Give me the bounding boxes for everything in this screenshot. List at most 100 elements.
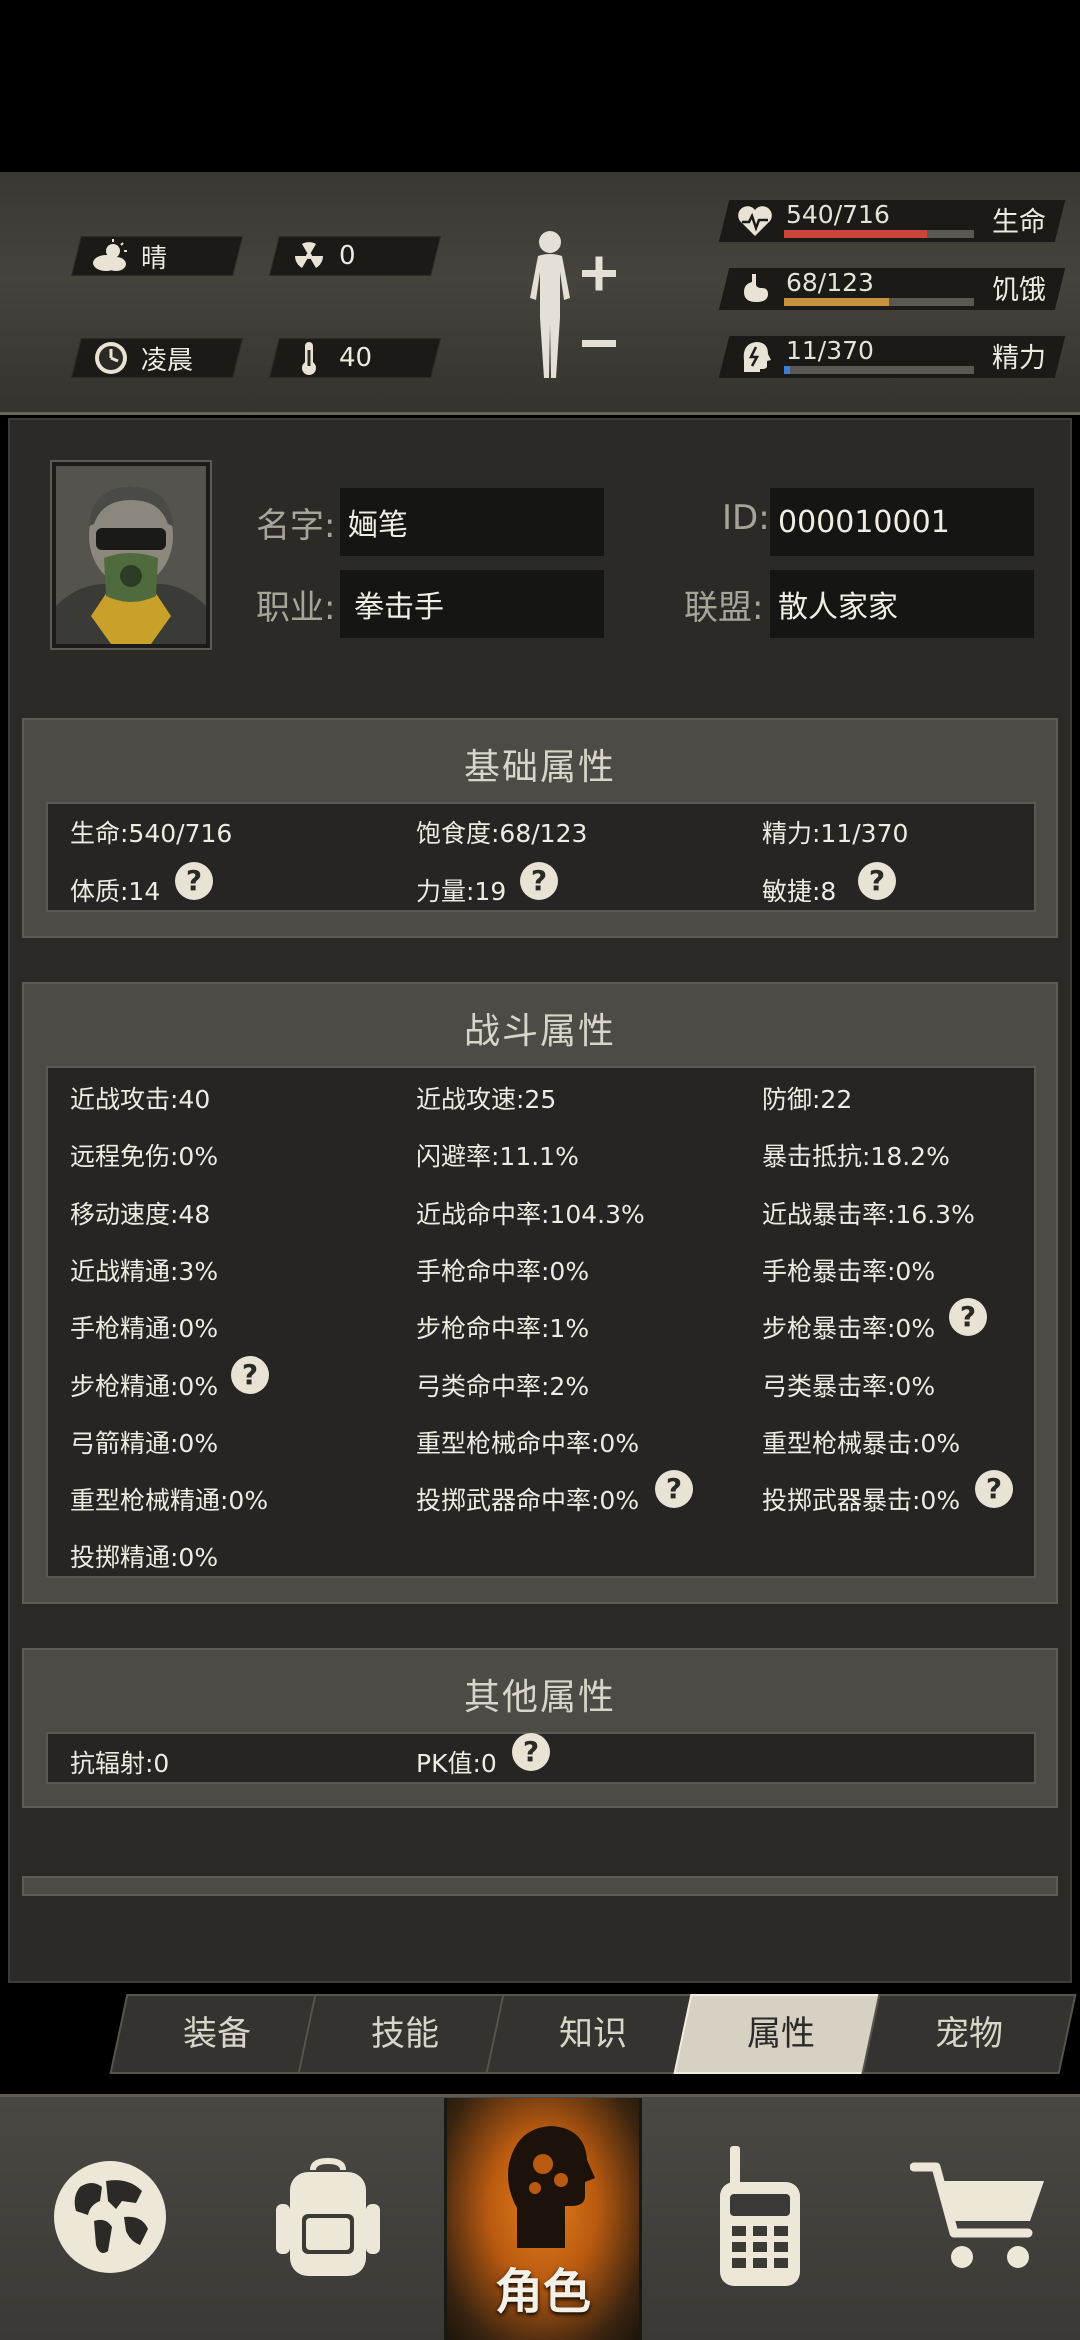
shopping-cart-icon bbox=[910, 2162, 1044, 2268]
radiation-value: 0 bbox=[339, 241, 356, 271]
basic-attributes-title: 基础属性 bbox=[463, 747, 616, 788]
attr-archery-mastery: 弓箭精通:0% bbox=[70, 1428, 219, 1458]
attr-satiety: 饱食度:68/123 bbox=[416, 819, 588, 848]
attr-pistol-hit-rate: 手枪命中率:0% bbox=[416, 1256, 590, 1286]
attr-dodge-rate: 闪避率:11.1% bbox=[416, 1142, 579, 1172]
rifle-crit-help-icon[interactable]: ? bbox=[949, 1298, 987, 1336]
hunger-bar bbox=[784, 298, 974, 306]
nav-world-button[interactable] bbox=[30, 2094, 190, 2340]
attr-melee-speed: 近战攻速:25 bbox=[416, 1085, 557, 1114]
attr-defense: 防御:22 bbox=[762, 1085, 853, 1114]
attr-move-speed: 移动速度:48 bbox=[70, 1199, 211, 1229]
attr-melee-hit-rate: 近战命中率:104.3% bbox=[416, 1199, 645, 1229]
other-attributes-section: 其他属性 bbox=[22, 1648, 1058, 1808]
attr-melee-crit-rate: 近战暴击率:16.3% bbox=[762, 1199, 975, 1229]
attr-constitution: 体质:14 bbox=[70, 877, 161, 906]
energy-value: 11/370 bbox=[786, 336, 874, 365]
tab-skills[interactable]: 技能 bbox=[297, 1994, 513, 2074]
energy-head-icon bbox=[743, 342, 771, 372]
attr-health: 生命:540/716 bbox=[70, 819, 233, 848]
attr-pk-value: PK值:0 bbox=[416, 1749, 497, 1778]
attr-bow-hit-rate: 弓类命中率:2% bbox=[416, 1371, 590, 1401]
attr-heavy-gun-crit: 重型枪械暴击:0% bbox=[762, 1428, 961, 1458]
attr-rifle-crit-rate: 步枪暴击率:0% bbox=[762, 1314, 936, 1344]
walkie-talkie-icon bbox=[720, 2146, 800, 2286]
hunger-label: 饥饿 bbox=[992, 275, 1046, 306]
nav-shop-button[interactable] bbox=[900, 2094, 1060, 2340]
pk-help-icon[interactable]: ? bbox=[512, 1733, 550, 1771]
nav-radio-button[interactable] bbox=[690, 2094, 830, 2340]
vital-health: 540/716 生命 bbox=[718, 198, 1066, 244]
temperature-chip: 40 bbox=[269, 338, 441, 378]
thermometer-icon bbox=[289, 338, 329, 378]
heart-icon bbox=[738, 206, 772, 236]
attr-melee-mastery: 近战精通:3% bbox=[70, 1256, 219, 1286]
nav-character-label: 角色 bbox=[494, 2264, 591, 2320]
job-field: 拳击手 bbox=[340, 570, 604, 638]
weather-value: 晴 bbox=[141, 243, 168, 274]
globe-icon bbox=[54, 2161, 166, 2273]
attr-rifle-hit-rate: 步枪命中率:1% bbox=[416, 1314, 590, 1344]
character-head-icon bbox=[508, 2126, 595, 2248]
health-label: 生命 bbox=[992, 207, 1046, 238]
job-label: 职业: bbox=[256, 588, 336, 628]
strength-help-icon[interactable]: ? bbox=[520, 862, 558, 900]
alliance-field: 散人家家 bbox=[770, 570, 1034, 638]
energy-label: 精力 bbox=[992, 343, 1046, 374]
rifle-mastery-help-icon[interactable]: ? bbox=[231, 1356, 269, 1394]
attr-pistol-mastery: 手枪精通:0% bbox=[70, 1314, 219, 1344]
hunger-value: 68/123 bbox=[786, 268, 874, 297]
backpack-icon bbox=[276, 2158, 380, 2276]
time-value: 凌晨 bbox=[141, 345, 194, 376]
attr-pistol-crit-rate: 手枪暴击率:0% bbox=[762, 1256, 936, 1286]
vital-energy: 11/370 精力 bbox=[718, 334, 1066, 380]
attr-throw-hit-rate: 投掷武器命中率:0% bbox=[416, 1486, 640, 1516]
attr-radiation-resist: 抗辐射:0 bbox=[70, 1749, 170, 1778]
combat-attributes-title: 战斗属性 bbox=[463, 1011, 616, 1052]
radiation-icon bbox=[289, 236, 329, 276]
clock-icon bbox=[91, 338, 131, 378]
attr-heavy-gun-mastery: 重型枪械精通:0% bbox=[70, 1486, 269, 1516]
tab-pets[interactable]: 宠物 bbox=[861, 1994, 1077, 2074]
nav-backpack-button[interactable] bbox=[248, 2094, 408, 2340]
constitution-help-icon[interactable]: ? bbox=[175, 862, 213, 900]
throw-hit-help-icon[interactable]: ? bbox=[655, 1470, 693, 1508]
name-field: 婳笔 bbox=[340, 488, 604, 556]
attr-energy: 精力:11/370 bbox=[762, 819, 909, 848]
attr-rifle-mastery: 步枪精通:0% bbox=[70, 1371, 219, 1401]
tab-equipment[interactable]: 装备 bbox=[109, 1994, 325, 2074]
tab-knowledge[interactable]: 知识 bbox=[485, 1994, 701, 2074]
health-bar bbox=[784, 230, 974, 238]
time-chip: 凌晨 bbox=[71, 338, 243, 378]
other-attributes-title: 其他属性 bbox=[463, 1677, 616, 1718]
attr-throw-crit: 投掷武器暴击:0% bbox=[762, 1486, 961, 1516]
attr-agility: 敏捷:8 bbox=[762, 877, 837, 906]
section-divider bbox=[22, 1876, 1058, 1896]
throw-crit-help-icon[interactable]: ? bbox=[975, 1470, 1013, 1508]
attr-bow-crit-rate: 弓类暴击率:0% bbox=[762, 1371, 936, 1401]
id-field: 000010001 bbox=[770, 488, 1034, 556]
alliance-label: 联盟: bbox=[684, 588, 764, 628]
agility-help-icon[interactable]: ? bbox=[858, 862, 896, 900]
vital-hunger: 68/123 饥饿 bbox=[718, 266, 1066, 312]
stomach-icon bbox=[744, 274, 768, 302]
body-status-button[interactable] bbox=[520, 228, 630, 388]
attr-strength: 力量:19 bbox=[416, 877, 507, 906]
attr-throw-mastery: 投掷精通:0% bbox=[70, 1543, 219, 1573]
energy-bar bbox=[784, 366, 974, 374]
attr-melee-attack: 近战攻击:40 bbox=[70, 1085, 211, 1114]
temperature-value: 40 bbox=[339, 343, 373, 373]
tab-attributes[interactable]: 属性 bbox=[673, 1994, 889, 2074]
avatar[interactable] bbox=[52, 462, 210, 648]
id-label: ID: bbox=[722, 498, 770, 538]
attr-heavy-gun-hit-rate: 重型枪械命中率:0% bbox=[416, 1428, 640, 1458]
weather-sun-cloud-icon bbox=[91, 236, 131, 276]
health-value: 540/716 bbox=[786, 200, 890, 229]
name-label: 名字: bbox=[256, 506, 336, 546]
attr-ranged-dmg-reduction: 远程免伤:0% bbox=[70, 1142, 219, 1172]
status-bar bbox=[0, 0, 1080, 172]
weather-chip: 晴 bbox=[71, 236, 243, 276]
radiation-chip: 0 bbox=[269, 236, 441, 276]
attr-crit-resist: 暴击抵抗:18.2% bbox=[762, 1142, 950, 1172]
human-body-icon bbox=[530, 231, 616, 378]
